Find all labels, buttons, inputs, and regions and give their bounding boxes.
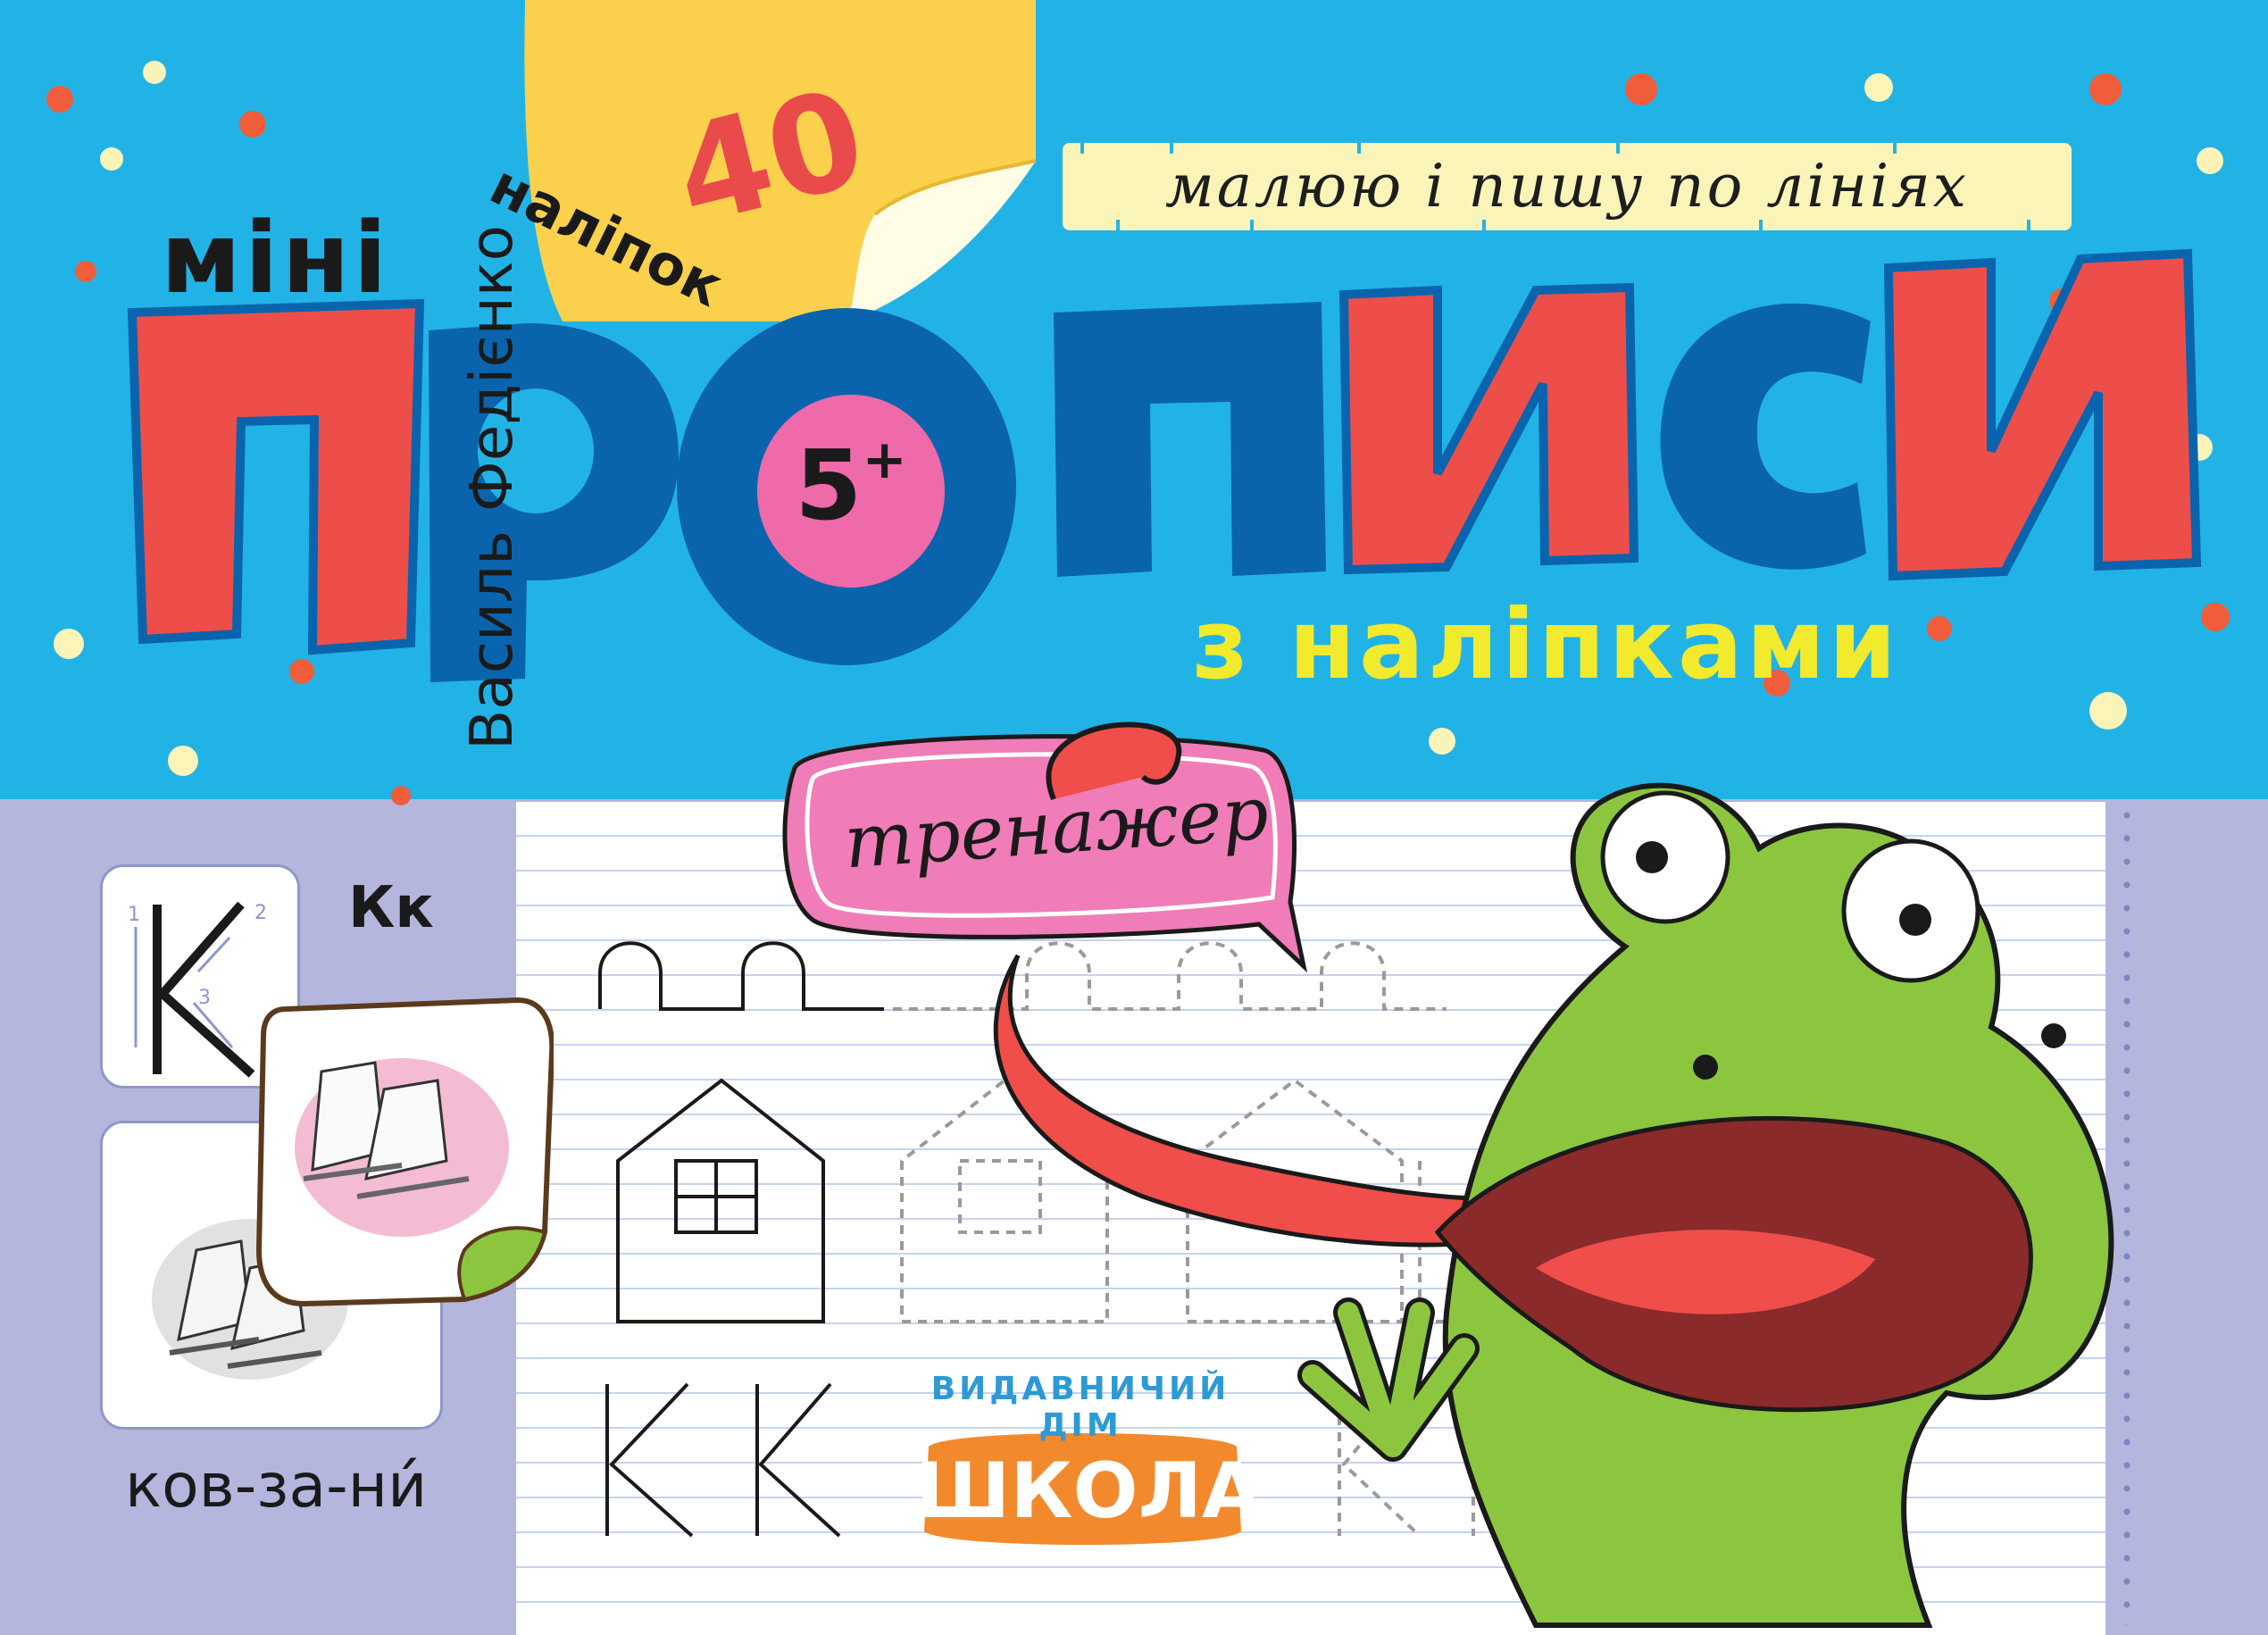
publisher-name: ШКОЛА [915,1447,1262,1536]
publisher-top-line: ВИДАВНИЧИЙ ДІМ [930,1371,1230,1444]
book-cover: 40 наліпок малюю і пишу по лініях міні 5… [0,0,2268,1635]
